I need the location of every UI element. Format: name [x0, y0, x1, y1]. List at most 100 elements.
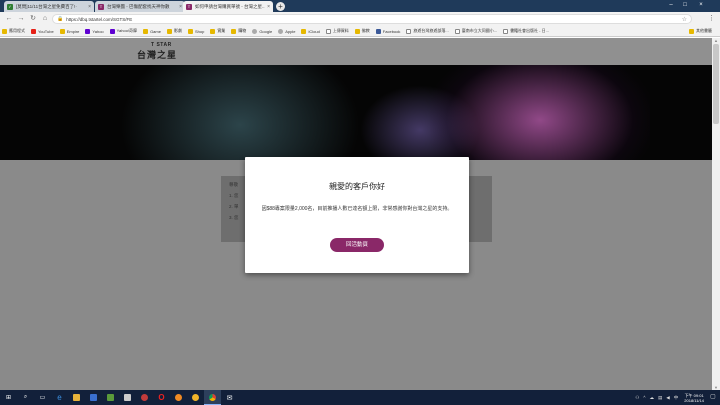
close-tab-icon[interactable]: × — [88, 4, 91, 10]
folder-icon — [354, 28, 360, 34]
bookmark-item[interactable]: Yahoo!奇摩 — [109, 28, 138, 34]
bookmark-favicon-icon — [406, 28, 412, 34]
file-explorer-icon[interactable] — [68, 390, 85, 405]
bookmark-item[interactable]: 購物 — [231, 28, 246, 34]
bookmark-favicon-icon — [454, 28, 460, 34]
firefox-icon[interactable] — [170, 390, 187, 405]
tab-label: [莫問]11/11台灣之星免費百了!· — [16, 3, 77, 9]
tab-strip: ✓ [莫問]11/11台灣之星免費百了!· × T 台灣樂團 - 巴傷配套找天神… — [0, 0, 720, 12]
notification-icon[interactable]: ▢ — [708, 390, 718, 405]
ime-icon[interactable]: 中 — [674, 395, 679, 401]
bookmark-item[interactable]: YouTube — [31, 28, 54, 34]
scrollbar-thumb[interactable] — [713, 44, 719, 124]
browser-tab[interactable]: T 台灣樂團 - 巴傷配套找天神你數 × — [95, 1, 185, 12]
bookmark-item[interactable]: Shop — [187, 28, 205, 34]
opera-icon[interactable]: O — [153, 390, 170, 405]
bookmark-label: 旅遊台灣旅遊部落... — [413, 28, 449, 33]
new-tab-button[interactable]: + — [276, 2, 285, 11]
show-hidden-icons[interactable]: ^ — [643, 395, 645, 400]
folder-icon — [166, 28, 172, 34]
bookmark-item[interactable]: Apple — [278, 28, 296, 34]
browser-window: ✓ [莫問]11/11台灣之星免費百了!· × T 台灣樂團 - 巴傷配套找天神… — [0, 0, 720, 405]
close-tab-icon[interactable]: × — [179, 4, 182, 10]
cloud-icon[interactable]: ☁ — [650, 395, 655, 401]
folder-icon — [210, 28, 216, 34]
bookmark-item[interactable]: Game — [143, 28, 161, 34]
store-icon[interactable] — [85, 390, 102, 405]
tab-label: 台灣樂團 - 巴傷配套找天神你數 — [107, 3, 170, 9]
task-view-icon[interactable]: ▭ — [34, 390, 51, 405]
bookmark-label: Google — [259, 28, 273, 34]
bookmark-favicon-icon — [503, 28, 509, 34]
back-to-event-button[interactable]: 回活動頁 — [330, 238, 384, 252]
bookmark-item[interactable]: Empire — [59, 28, 80, 34]
clock-time: 下午 09:01 — [684, 392, 704, 398]
bookmark-favicon-icon — [325, 28, 331, 34]
address-bar[interactable]: 🔒 https://dbq.tstartel.com/SGTS/FE ☆ — [52, 14, 692, 24]
bookmark-label: 實業 — [217, 28, 226, 33]
volume-icon[interactable]: ◀ — [666, 395, 669, 401]
scroll-up-icon[interactable]: ▲ — [713, 38, 719, 43]
home-icon[interactable]: ⌂ — [40, 14, 50, 24]
folder-icon — [59, 28, 65, 34]
bookmark-item[interactable]: Google — [252, 28, 273, 34]
edge-icon[interactable]: e — [51, 390, 68, 405]
bookmark-label: Yahoo — [92, 28, 104, 34]
browser-toolbar: ← → ↻ ⌂ 🔒 https://dbq.tstartel.com/SGTS/… — [0, 12, 720, 26]
bookmark-label: Apple — [285, 28, 296, 34]
browser-tab[interactable]: ✓ [莫問]11/11台灣之星免費百了!· × — [4, 1, 94, 12]
close-tab-icon[interactable]: × — [267, 4, 270, 10]
windows-start-icon[interactable]: ⊞ — [0, 390, 17, 405]
maximize-icon[interactable]: □ — [678, 0, 692, 10]
bookmark-label: 應用程式 — [9, 28, 25, 33]
bookmark-item[interactable]: Yahoo — [85, 28, 104, 34]
close-window-icon[interactable]: × — [694, 0, 708, 10]
app-icon[interactable] — [119, 390, 136, 405]
bookmark-item[interactable]: 旅遊台灣旅遊部落... — [406, 28, 449, 34]
bookmark-item[interactable]: 書籍社會出版社 - 日... — [503, 28, 549, 34]
bookmark-label: Empire — [66, 28, 80, 34]
bookmarks-bar: 應用程式 YouTube Empire Yahoo Yahoo!奇摩 Game 影劇 Shop… — [0, 26, 720, 37]
folder-icon — [187, 28, 193, 34]
network-icon[interactable]: ▤ — [658, 395, 662, 401]
bookmark-label: YouTube — [38, 28, 54, 34]
bookmark-label: Shop — [194, 28, 205, 34]
chrome-icon[interactable] — [204, 390, 221, 405]
bookmark-item[interactable]: 佛教 — [354, 28, 370, 34]
bookmark-item[interactable]: 上傳資料 — [325, 28, 349, 34]
menu-icon[interactable]: ⋮ — [708, 14, 715, 22]
minimize-icon[interactable]: – — [664, 0, 678, 10]
back-icon[interactable]: ← — [4, 14, 14, 24]
other-bookmarks[interactable]: 其他書籤 — [689, 28, 712, 34]
search-icon[interactable]: ⌕ — [17, 390, 34, 405]
bookmark-item[interactable]: Facebook — [375, 28, 401, 34]
bookmark-star-icon[interactable]: ☆ — [682, 16, 687, 23]
bookmark-favicon-icon — [2, 28, 7, 34]
mail-icon[interactable]: ✉ — [221, 390, 238, 405]
photos-icon[interactable] — [102, 390, 119, 405]
folder-icon — [689, 28, 694, 34]
bookmark-item[interactable]: 臺南市立大同國小... — [454, 28, 498, 34]
bookmark-item[interactable]: 應用程式 — [2, 28, 25, 34]
browser-tab-active[interactable]: T 如何申請台灣購買單號 - 台灣之星... × — [183, 1, 273, 12]
vertical-scrollbar[interactable]: ▲ ▼ — [712, 38, 720, 390]
app-icon[interactable] — [187, 390, 204, 405]
clock-date: 2018/11/14 — [684, 397, 704, 403]
bookmark-label: Yahoo!奇摩 — [116, 28, 138, 33]
folder-icon — [231, 28, 237, 34]
tab-favicon: T — [98, 3, 104, 10]
bookmark-item[interactable]: 實業 — [210, 28, 225, 34]
tab-label: 如何申請台灣購買單號 - 台灣之星... — [195, 3, 266, 9]
logo-main-text: 台灣之星 — [137, 50, 178, 60]
media-icon[interactable] — [136, 390, 153, 405]
bookmark-item[interactable]: 影劇 — [166, 28, 182, 34]
bookmark-item[interactable]: iCloud — [301, 28, 320, 34]
folder-icon — [301, 28, 307, 34]
reload-icon[interactable]: ↻ — [28, 14, 38, 24]
forward-icon[interactable]: → — [16, 14, 26, 24]
clock[interactable]: 下午 09:01 2018/11/14 — [684, 393, 704, 403]
people-icon[interactable]: ⚇ — [635, 395, 639, 401]
bookmark-label: Facebook — [382, 28, 401, 34]
tstar-logo[interactable]: T STAR 台灣之星 — [137, 42, 177, 61]
bookmark-label: 臺南市立大同國小... — [461, 28, 498, 33]
